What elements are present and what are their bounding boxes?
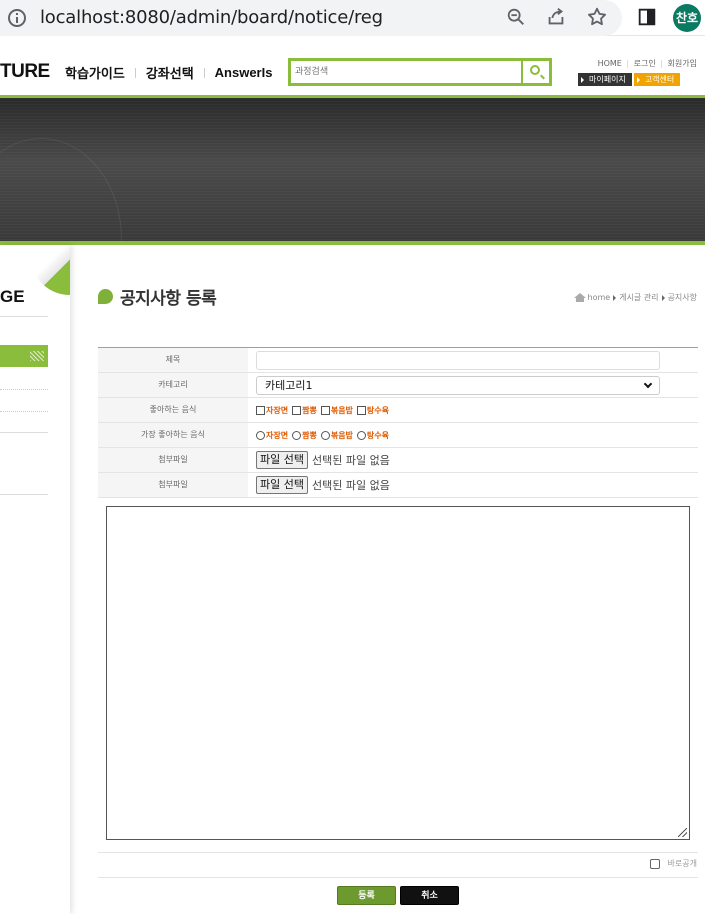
hero-banner — [0, 98, 705, 241]
form-row-file-1: 첨부파일 파일 선택 선택된 파일 없음 — [98, 448, 698, 473]
food-option-tangsuyuk[interactable]: 탕수육 — [356, 405, 389, 416]
utility-links: HOME | 로그인 | 회원가입 — [597, 59, 697, 68]
favorite-option-jjamppong[interactable]: 짬뽕 — [292, 430, 317, 441]
form-row-file-2: 첨부파일 파일 선택 선택된 파일 없음 — [98, 473, 698, 498]
sidebar-item[interactable] — [0, 411, 48, 412]
food-option-jajangmyeon[interactable]: 자장면 — [256, 405, 288, 416]
favorite-label: 가장 좋아하는 음식 — [98, 423, 248, 447]
submit-button[interactable]: 등록 — [337, 886, 396, 905]
file-select-button-1[interactable]: 파일 선택 — [256, 451, 308, 469]
checkbox[interactable] — [292, 405, 302, 415]
checkbox[interactable] — [256, 405, 265, 415]
nav-divider — [134, 67, 136, 78]
form-row-favorite: 가장 좋아하는 음식 자장면 짬뽕 볶음밥 탕수육 — [98, 423, 698, 448]
login-link[interactable]: 로그인 — [634, 59, 656, 68]
nav-divider — [203, 67, 205, 78]
nav-answeris[interactable]: AnswerIs — [215, 65, 273, 80]
notice-form: 제목 카테고리 카테고리1 좋아하는 음식 자장면 짬뽕 볶음밥 탕수육 가장 … — [98, 347, 698, 498]
quick-buttons: 마이페이지 고객센터 — [578, 73, 681, 86]
search-button[interactable] — [521, 61, 549, 83]
form-row-category: 카테고리 카테고리1 — [98, 373, 698, 398]
left-sidebar: GE — [0, 245, 70, 914]
favorite-option-tangsuyuk[interactable]: 탕수육 — [356, 430, 389, 441]
cancel-button[interactable]: 취소 — [400, 886, 459, 905]
sidebar-divider — [0, 432, 48, 433]
breadcrumb: home 게시글 관리 공지사항 — [573, 292, 697, 303]
leaf-icon — [98, 289, 113, 304]
checkbox[interactable] — [320, 405, 330, 415]
url-text[interactable]: localhost:8080/admin/board/notice/reg — [40, 7, 383, 28]
publish-checkbox[interactable] — [649, 858, 660, 869]
sidebar-divider — [0, 494, 48, 495]
nav-course-select[interactable]: 강좌선택 — [146, 63, 194, 82]
radio[interactable] — [292, 430, 302, 440]
radio[interactable] — [320, 430, 330, 440]
divider — [98, 877, 698, 878]
breadcrumb-notice[interactable]: 공지사항 — [668, 292, 697, 303]
site-logo[interactable]: TURE — [0, 61, 50, 83]
customer-center-button[interactable]: 고객센터 — [633, 73, 681, 86]
category-select[interactable]: 카테고리1 — [256, 375, 660, 395]
divider — [98, 852, 698, 853]
zoom-out-icon[interactable] — [505, 6, 527, 28]
breadcrumb-arrow-icon — [661, 294, 665, 301]
resize-handle-icon[interactable] — [678, 828, 687, 837]
banner-divider — [0, 241, 705, 245]
content-textarea[interactable] — [106, 506, 690, 840]
nav-learning-guide[interactable]: 학습가이드 — [65, 63, 125, 82]
arrow-right-icon — [636, 76, 640, 83]
mypage-button[interactable]: 마이페이지 — [578, 73, 632, 86]
file-status-1: 선택된 파일 없음 — [311, 454, 390, 467]
radio[interactable] — [256, 430, 265, 440]
food-label: 좋아하는 음식 — [98, 398, 248, 422]
category-label: 카테고리 — [98, 373, 248, 397]
breadcrumb-arrow-icon — [613, 294, 617, 301]
search-icon — [530, 65, 540, 75]
publish-option[interactable]: 바로공개 — [649, 858, 697, 869]
share-icon[interactable] — [545, 6, 567, 28]
course-search — [288, 58, 552, 86]
food-option-fried-rice[interactable]: 볶음밥 — [320, 405, 353, 416]
breadcrumb-board-admin[interactable]: 게시글 관리 — [619, 292, 658, 303]
food-option-jjamppong[interactable]: 짬뽕 — [292, 405, 317, 416]
file-status-2: 선택된 파일 없음 — [311, 479, 390, 492]
file-label-1: 첨부파일 — [98, 448, 248, 472]
sidebar-divider — [0, 316, 48, 317]
main-nav: 학습가이드 강좌선택 AnswerIs — [65, 63, 272, 82]
page-title-text: 공지사항 등록 — [120, 289, 217, 309]
category-selected-value: 카테고리1 — [265, 378, 313, 392]
favorite-option-fried-rice[interactable]: 볶음밥 — [320, 430, 353, 441]
file-label-2: 첨부파일 — [98, 473, 248, 497]
site-info-icon[interactable] — [8, 9, 26, 27]
breadcrumb-home[interactable]: home — [588, 293, 611, 302]
publish-label: 바로공개 — [667, 859, 697, 868]
site-header: TURE 학습가이드 강좌선택 AnswerIs HOME | 로그인 | 회원… — [0, 36, 705, 98]
sidebar-title: GE — [0, 287, 25, 306]
chevron-down-icon — [643, 379, 653, 388]
form-row-food: 좋아하는 음식 자장면 짬뽕 볶음밥 탕수육 — [98, 398, 698, 423]
search-input[interactable] — [295, 64, 520, 80]
page-curl-decoration — [30, 245, 70, 295]
title-label: 제목 — [98, 348, 248, 372]
profile-avatar[interactable]: 찬호 — [673, 4, 701, 32]
side-panel-icon[interactable] — [636, 6, 658, 28]
radio[interactable] — [356, 430, 366, 440]
bookmark-star-icon[interactable] — [586, 6, 608, 28]
sidebar-item[interactable] — [0, 389, 48, 390]
address-bar[interactable]: localhost:8080/admin/board/notice/reg — [0, 0, 622, 36]
checkbox[interactable] — [356, 405, 366, 415]
home-icon — [573, 293, 586, 302]
favorite-option-jajangmyeon[interactable]: 자장면 — [256, 430, 288, 441]
sidebar-item-active[interactable] — [0, 345, 48, 367]
browser-toolbar: localhost:8080/admin/board/notice/reg 찬호 — [0, 0, 705, 36]
home-link[interactable]: HOME — [598, 59, 622, 68]
file-select-button-2[interactable]: 파일 선택 — [256, 476, 308, 494]
signup-link[interactable]: 회원가입 — [668, 59, 697, 68]
arrow-right-icon — [581, 76, 584, 83]
form-row-title: 제목 — [98, 348, 698, 373]
title-input[interactable] — [256, 350, 660, 370]
page-title: 공지사항 등록 — [98, 284, 217, 309]
